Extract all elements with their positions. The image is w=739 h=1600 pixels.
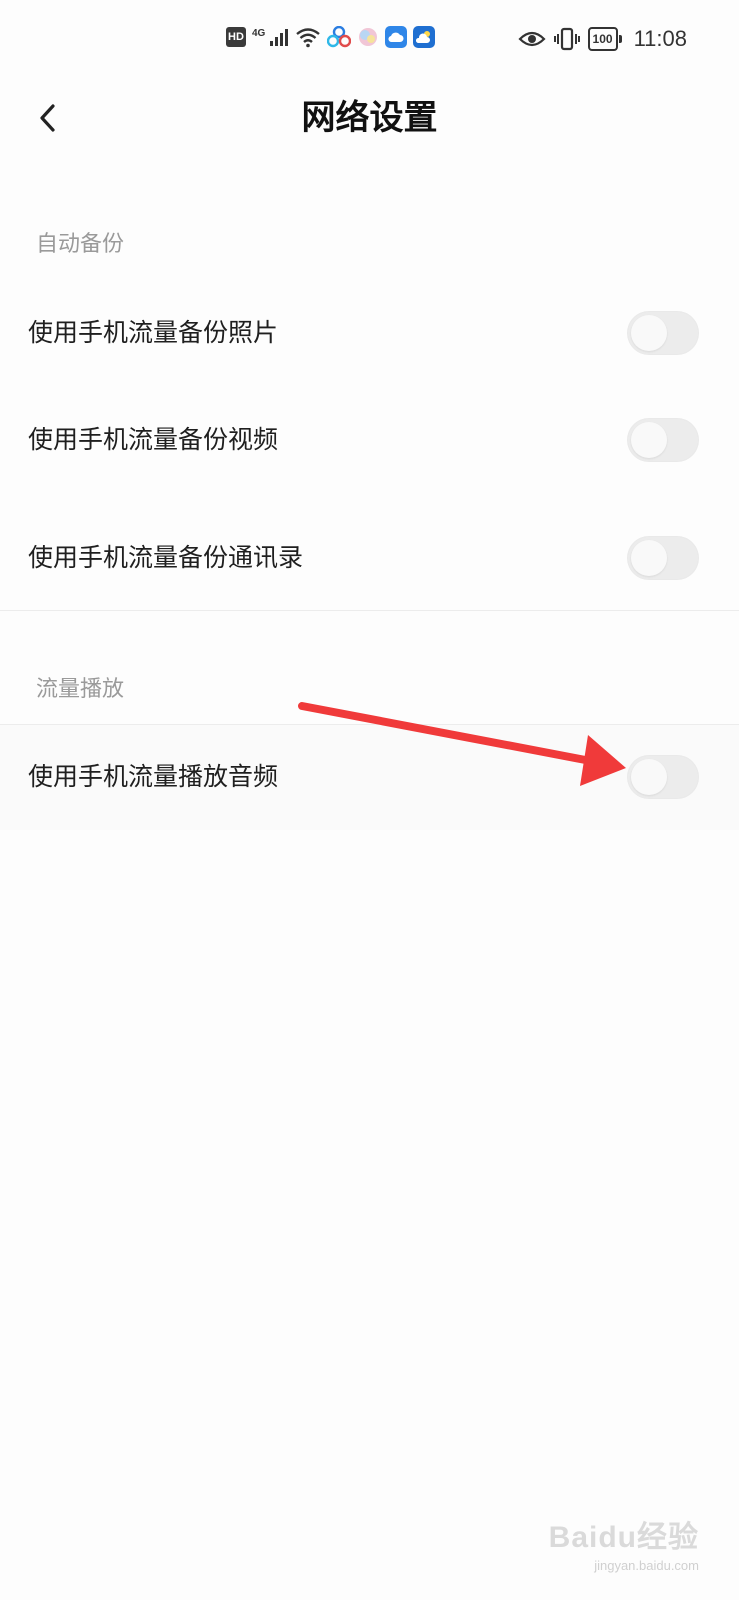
section-divider xyxy=(0,724,739,725)
section-title-data-playback: 流量播放 xyxy=(36,677,125,702)
wifi-icon xyxy=(296,28,321,48)
toggle-knob xyxy=(631,315,667,351)
backup-videos-toggle[interactable] xyxy=(627,418,699,462)
network-type: 4G xyxy=(252,27,266,39)
setting-row-backup-videos: 使用手机流量备份视频 xyxy=(0,390,739,490)
cloud-app-icon xyxy=(385,26,408,48)
setting-label: 使用手机流量备份视频 xyxy=(28,425,279,454)
setting-row-play-audio: 使用手机流量播放音频 xyxy=(0,727,739,827)
status-bar: HD 4G 100 11:08 xyxy=(0,0,739,82)
toggle-knob xyxy=(631,540,667,576)
signal-icon xyxy=(270,29,289,46)
setting-row-backup-contacts: 使用手机流量备份通讯录 xyxy=(0,508,739,608)
toggle-knob xyxy=(631,759,667,795)
backup-photos-toggle[interactable] xyxy=(627,311,699,355)
section-divider xyxy=(0,610,739,611)
setting-label: 使用手机流量备份通讯录 xyxy=(28,543,304,572)
watermark-url: jingyan.baidu.com xyxy=(594,1558,699,1573)
setting-row-backup-photos: 使用手机流量备份照片 xyxy=(0,283,739,383)
setting-label: 使用手机流量播放音频 xyxy=(28,762,279,791)
section-title-auto-backup: 自动备份 xyxy=(36,232,125,257)
toggle-knob xyxy=(631,422,667,458)
weather-app-icon xyxy=(413,26,436,48)
status-bar-right-icons: 100 11:08 xyxy=(517,26,687,52)
page-title: 网络设置 xyxy=(301,98,438,138)
play-audio-toggle[interactable] xyxy=(627,755,699,799)
setting-label: 使用手机流量备份照片 xyxy=(28,318,279,347)
watermark: Baidu经验 jingyan.baidu.com xyxy=(549,1512,699,1573)
status-bar-left-icons: HD 4G xyxy=(226,26,436,48)
watermark-logo: Baidu经验 xyxy=(548,1521,699,1554)
color-ball-icon xyxy=(359,28,378,46)
status-time: 11:08 xyxy=(633,26,687,51)
battery-icon: 100 xyxy=(587,27,622,51)
eye-icon xyxy=(517,31,546,47)
baidu-netdisk-icon xyxy=(327,26,352,48)
backup-contacts-toggle[interactable] xyxy=(627,536,699,580)
vibrate-icon xyxy=(553,27,580,51)
hd-badge-icon: HD xyxy=(226,27,246,47)
